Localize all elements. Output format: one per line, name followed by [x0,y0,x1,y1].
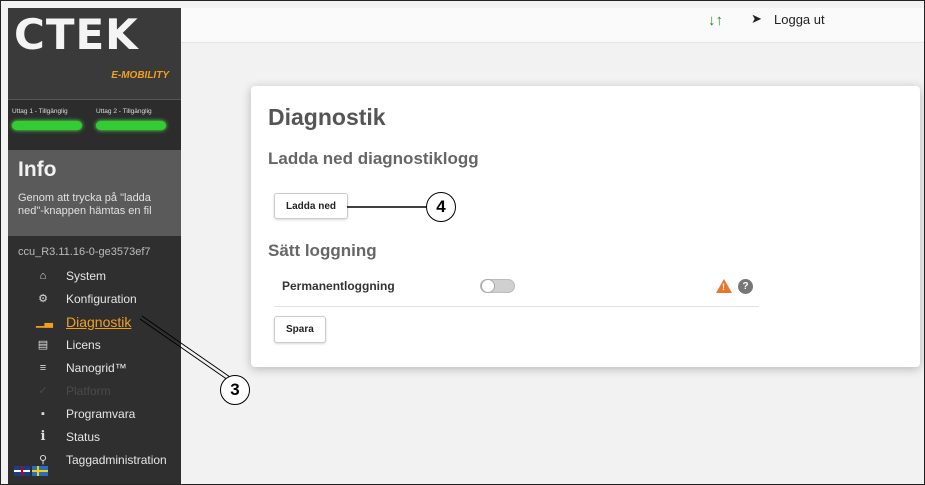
outlet-2-indicator [96,121,166,130]
logo-area: CTEK E-MOBILITY [8,8,181,100]
emobility-logo: E-MOBILITY [111,70,169,81]
sidebar-item-label: Platform [66,383,111,398]
toggle-knob [481,279,495,293]
folder-icon: ▪ [41,407,45,420]
sidebar-item-label: Licens [66,337,101,352]
info-box: Info Genom att trycka på "ladda ned"-kna… [8,150,181,236]
sidebar-item-programvara[interactable]: ▪ Programvara [8,402,181,425]
page-title: Diagnostik [268,104,386,130]
sidebar-item-label: Status [66,429,101,444]
logout-icon[interactable]: ➤ [751,11,762,27]
download-log-heading: Ladda ned diagnostiklogg [268,149,479,168]
sidebar-item-diagnostik[interactable]: ▁▃ Diagnostik [8,310,181,333]
download-button[interactable]: Ladda ned [274,193,349,219]
divider [274,306,759,307]
warning-mark: ! [722,282,725,292]
english-flag-icon[interactable] [14,466,30,476]
permanent-logging-label: Permanentloggning [282,279,395,293]
sidebar-item-label: Taggadministration [66,452,167,467]
info-icon: i [40,429,46,444]
outlet-2-label: Uttag 2 - Tillgänglig [96,108,152,115]
outlet-1-indicator [12,121,82,130]
gear-icon: ⚙ [38,293,48,305]
outlet-status: Uttag 1 - Tillgänglig Uttag 2 - Tillgäng… [8,100,181,150]
outlet-1-label: Uttag 1 - Tillgänglig [12,108,68,115]
sort-arrows-icon[interactable]: ↓↑ [708,12,723,29]
key-icon: ⚲ [38,454,48,466]
firmware-version: ccu_R3.11.16-0-ge3573ef7 [18,246,151,258]
sidebar-item-label: System [66,268,107,283]
license-icon: ▤ [37,339,49,351]
callout-4: 4 [426,192,456,222]
sidebar-item-licens[interactable]: ▤ Licens [8,333,181,356]
callout-3: 3 [220,375,250,405]
outlet-1[interactable]: Uttag 1 - Tillgänglig [12,108,82,130]
chart-icon: ▁▃ [36,316,53,328]
ctek-logo: CTEK [14,10,139,59]
logging-heading: Sätt loggning [268,241,377,260]
sidebar-item-label: Diagnostik [66,313,132,330]
sidebar-nav: ⌂ System ⚙ Konfiguration ▁▃ Diagnostik ▤… [8,264,181,471]
sidebar-item-label: Nanogrid™ [66,360,127,375]
sidebar-item-konfiguration[interactable]: ⚙ Konfiguration [8,287,181,310]
permanent-logging-toggle[interactable] [480,279,515,293]
save-button[interactable]: Spara [274,316,326,343]
diagnostik-card: Diagnostik Ladda ned diagnostiklogg Ladd… [251,86,920,367]
logout-link[interactable]: Logga ut [774,12,825,27]
sidebar-item-system[interactable]: ⌂ System [8,264,181,287]
sidebar-item-platform: ✓ Platform [8,379,181,402]
sidebar-item-label: Programvara [66,406,136,421]
sidebar-item-label: Konfiguration [66,291,137,306]
top-bar: ↓↑ ➤ Logga ut [181,8,925,43]
info-title: Info [18,158,57,181]
outlet-2[interactable]: Uttag 2 - Tillgänglig [96,108,166,130]
language-selector [14,466,48,476]
wrench-icon: ✓ [38,385,48,397]
sliders-icon: ≡ [39,361,47,374]
sidebar-item-status[interactable]: i Status [8,425,181,448]
info-text: Genom att trycka på "ladda ned"-knappen … [18,192,152,217]
help-icon[interactable]: ? [738,279,753,294]
sidebar-item-nanogrid[interactable]: ≡ Nanogrid™ [8,356,181,379]
sidebar: CTEK E-MOBILITY Uttag 1 - Tillgänglig Ut… [8,8,181,485]
swedish-flag-icon[interactable] [32,466,48,476]
home-icon: ⌂ [39,269,47,282]
